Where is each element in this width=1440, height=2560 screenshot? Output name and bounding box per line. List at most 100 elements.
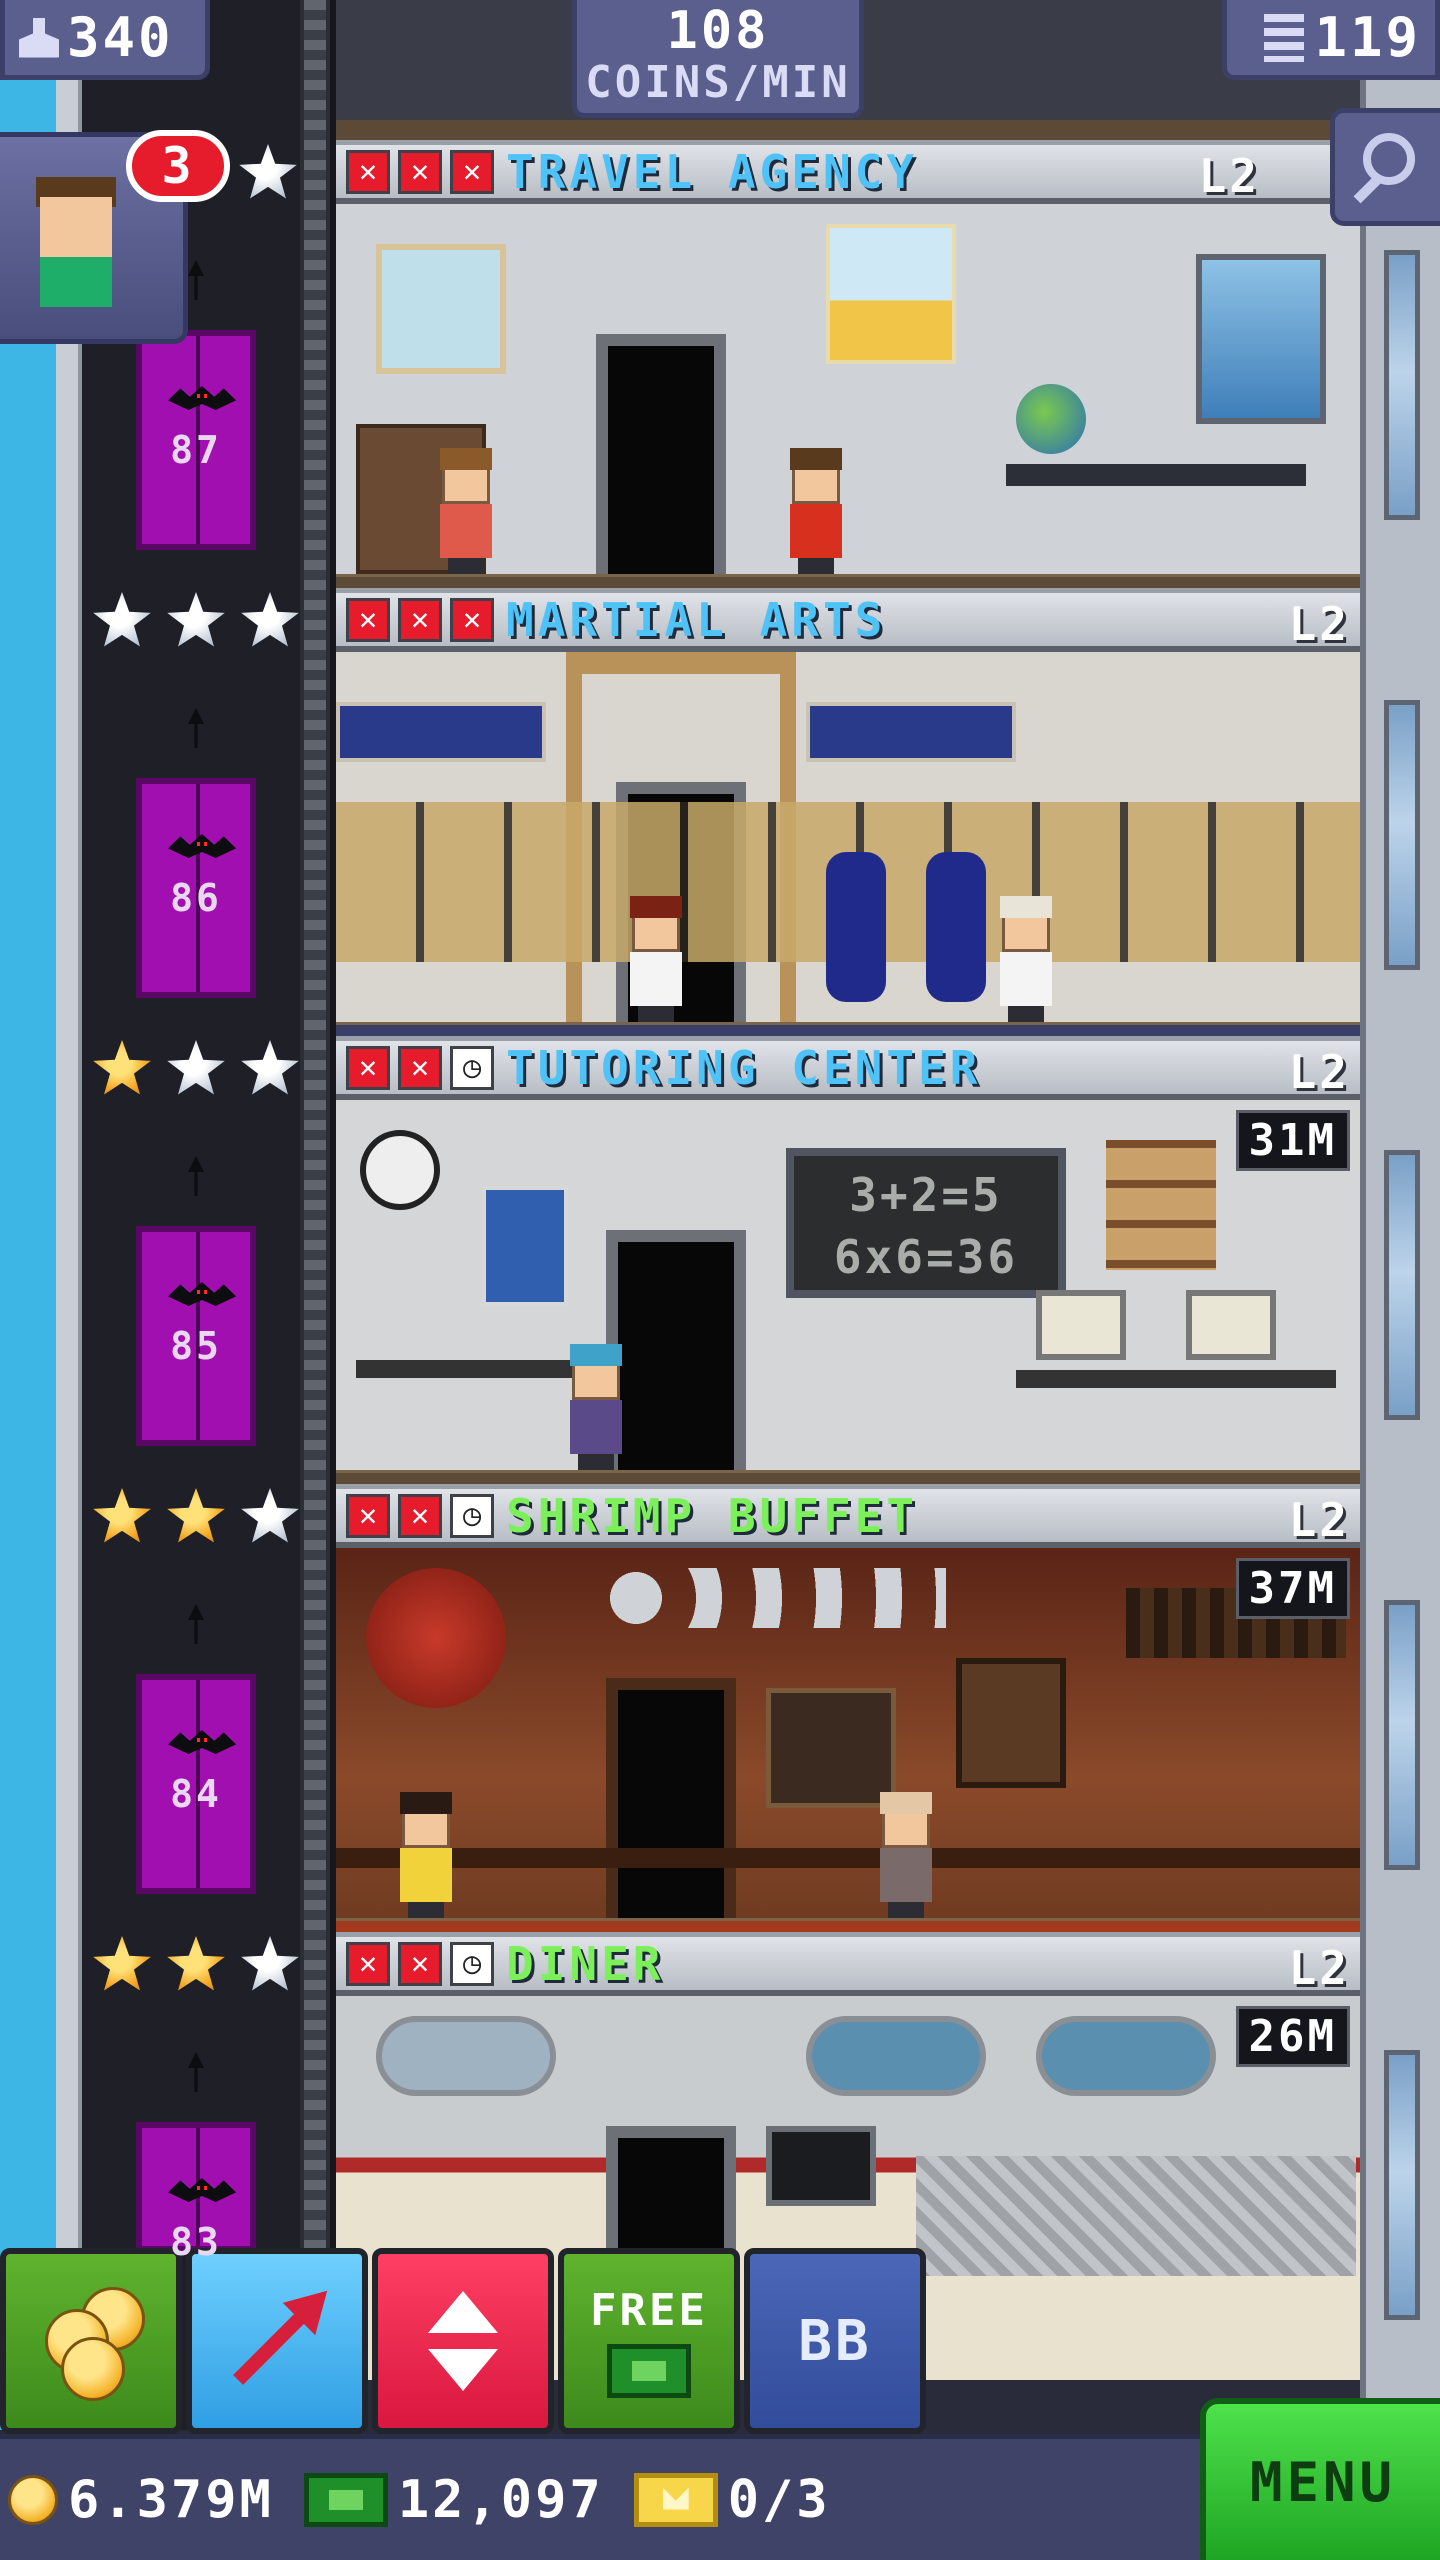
elevator-floor-number: 84 [170, 1772, 222, 1816]
floor-level: L2 [1288, 597, 1350, 651]
zoom-button[interactable] [1330, 108, 1440, 226]
sky [0, 0, 56, 2430]
elevator-door[interactable]: 86 [136, 778, 256, 998]
travel-desk [1006, 464, 1306, 486]
tower-outer-wall [56, 0, 82, 2430]
floor-status: ✕ ✕ ✕ [346, 597, 494, 642]
tickets-value: 0/3 [727, 2469, 831, 2530]
star-icon [93, 1040, 151, 1095]
status-x-icon: ✕ [398, 1941, 442, 1986]
bitizen[interactable] [876, 1792, 936, 1918]
floor-counter[interactable]: 119 [1222, 0, 1440, 80]
arrow-icon [233, 2297, 321, 2385]
bitizen[interactable] [566, 1344, 626, 1470]
free-bux-button[interactable]: FREE [558, 2248, 740, 2434]
floor-travel-agency[interactable]: ✕ ✕ ✕ TRAVEL AGENCY L2 [336, 140, 1360, 588]
bux-display[interactable]: 12,097 [303, 2469, 604, 2530]
bitizen[interactable] [436, 448, 496, 574]
buffet-counter [336, 1848, 1360, 1868]
floor-above-base [336, 120, 1360, 140]
bux-value: 12,097 [397, 2469, 604, 2530]
elevator-rail [300, 0, 330, 2430]
floor-door [606, 1678, 736, 1918]
beach-poster [826, 224, 956, 364]
computer [1186, 1290, 1276, 1360]
status-x-icon: ✕ [346, 149, 390, 194]
apple-poster [482, 1186, 568, 1306]
vip-button[interactable] [186, 2248, 368, 2434]
bitizen-avatar [36, 177, 116, 327]
drink-shelf [766, 1688, 896, 1808]
floor-base [336, 1918, 1360, 1932]
star-icon [241, 1040, 299, 1095]
restock-timer: 37M [1235, 1558, 1350, 1619]
bat-icon [168, 1730, 236, 1758]
elevator-call-icon [170, 708, 222, 752]
coin-stack-icon [31, 2281, 151, 2401]
diner-window [1036, 2016, 1216, 2096]
floor-status: ✕ ✕ ◷ [346, 1941, 494, 1986]
floor-status: ✕ ✕ ✕ [346, 149, 494, 194]
magnifier-handle [1353, 176, 1381, 204]
floor-count-value: 119 [1314, 6, 1421, 69]
bux-icon [607, 2343, 691, 2398]
floor-name: TUTORING CENTER [506, 1040, 982, 1095]
star-icon [93, 1936, 151, 1991]
clock-icon: ◷ [450, 1941, 494, 1986]
chalkboard-line: 6x6=36 [833, 1230, 1019, 1284]
elevator-floor-number: 86 [170, 876, 222, 920]
status-x-icon: ✕ [398, 1045, 442, 1090]
floor-room [336, 652, 1360, 1036]
golden-ticket-icon [633, 2472, 718, 2527]
floor-base [336, 1470, 1360, 1484]
star-icon [167, 1936, 225, 1991]
bitizen[interactable] [396, 1792, 456, 1918]
bat-icon [168, 2178, 236, 2206]
punching-bag [926, 852, 986, 1002]
tower-window [1384, 1150, 1420, 1420]
star-icon [167, 592, 225, 647]
chalkboard: 3+2=5 6x6=36 [786, 1148, 1066, 1298]
bb-button[interactable]: BB [744, 2248, 926, 2434]
elevator-call-icon [170, 1156, 222, 1200]
plate-display [606, 1568, 946, 1628]
elevator-call-icon [170, 2052, 222, 2096]
elevator-arrows-icon [428, 2291, 498, 2391]
menu-button[interactable]: MENU [1200, 2398, 1440, 2560]
floor-header: ✕ ✕ ◷ TUTORING CENTER L2 [336, 1036, 1360, 1100]
bitizen[interactable] [786, 448, 846, 574]
floor-stars [92, 592, 300, 650]
status-x-icon: ✕ [450, 597, 494, 642]
elevator-door[interactable]: 87 [136, 330, 256, 550]
computer [1036, 1290, 1126, 1360]
floor-stars [238, 144, 298, 202]
elevator-door[interactable]: 84 [136, 1674, 256, 1894]
floor-level: L2 [1288, 1045, 1350, 1099]
floor-shrimp-buffet[interactable]: ✕ ✕ ◷ SHRIMP BUFFET L2 37M [336, 1484, 1360, 1932]
porthole-cabinet [956, 1658, 1066, 1788]
elevator-door[interactable]: 85 [136, 1226, 256, 1446]
floor-stars [92, 1488, 300, 1546]
floor-martial-arts[interactable]: ✕ ✕ ✕ MARTIAL ARTS L2 [336, 588, 1360, 1036]
floor-header: ✕ ✕ ◷ SHRIMP BUFFET L2 [336, 1484, 1360, 1548]
tickets-display[interactable]: 0/3 [633, 2469, 831, 2530]
coins-value: 6.379M [68, 2469, 274, 2530]
building-icon [1264, 13, 1305, 62]
bitizen[interactable] [996, 896, 1056, 1022]
bitizen[interactable] [626, 896, 686, 1022]
elevator-floor-number: 85 [170, 1324, 222, 1368]
coins-display[interactable]: 6.379M [8, 2470, 274, 2530]
floor-tutoring-center[interactable]: ✕ ✕ ◷ TUTORING CENTER L2 31M 3+2=5 6x6=3… [336, 1036, 1360, 1484]
coins-button[interactable] [0, 2248, 182, 2434]
elevator-button[interactable] [372, 2248, 554, 2434]
floor-base [336, 574, 1360, 588]
floor-door [596, 334, 726, 574]
elevator-door[interactable]: 83 [136, 2122, 256, 2264]
population-counter[interactable]: 340 [0, 0, 210, 80]
city-poster [1196, 254, 1326, 424]
floor-status: ✕ ✕ ◷ [346, 1045, 494, 1090]
elevator-floor-number: 87 [170, 428, 222, 472]
star-icon [241, 592, 299, 647]
status-x-icon: ✕ [346, 597, 390, 642]
star-icon [93, 592, 151, 647]
